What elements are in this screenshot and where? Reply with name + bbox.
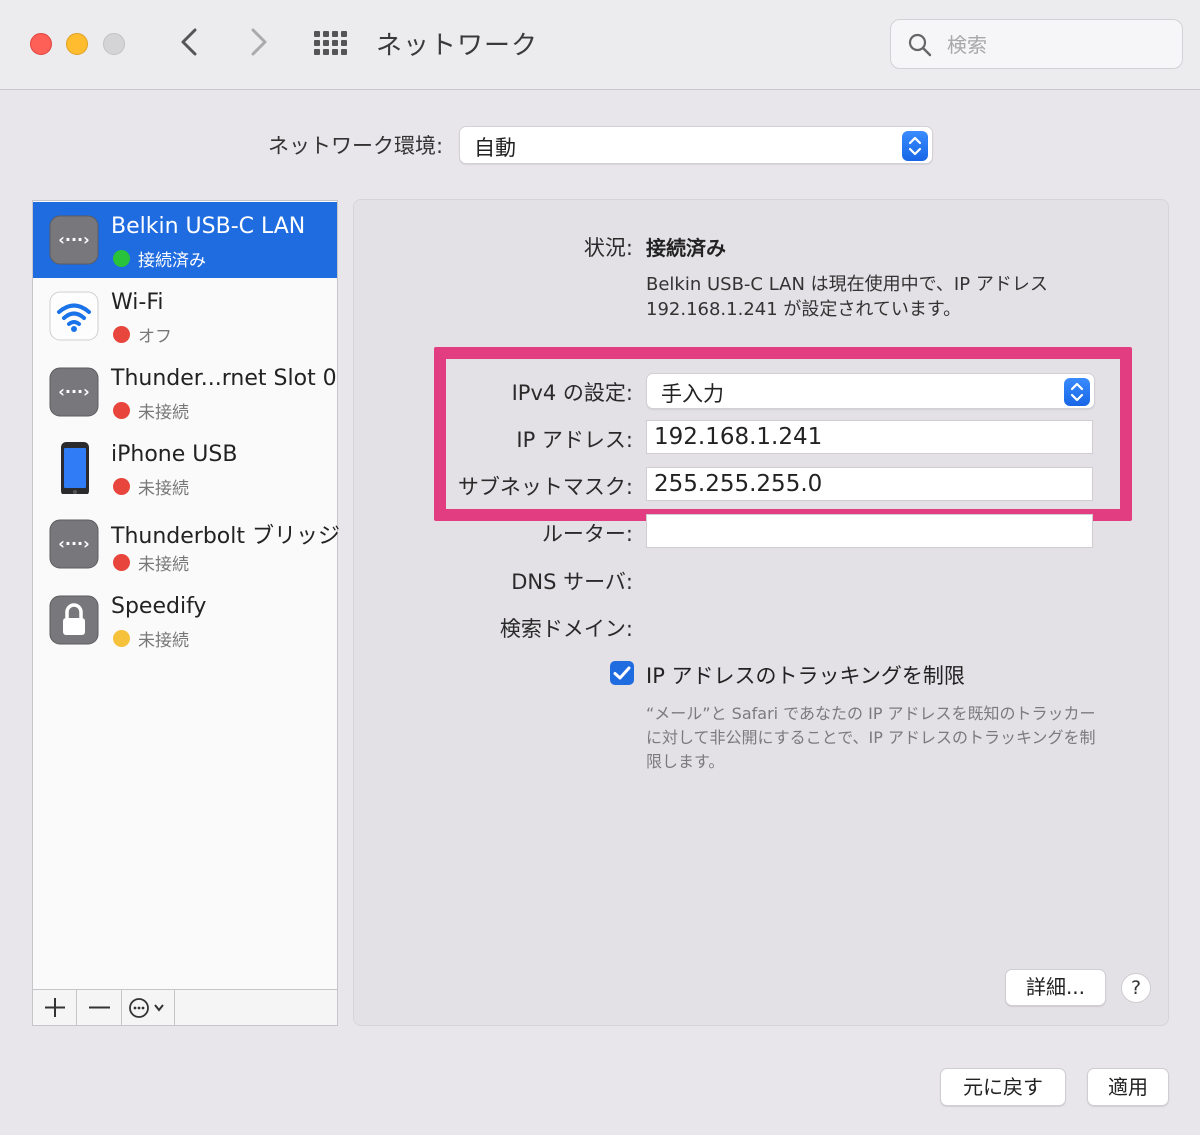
- dns-server-label: DNS サーバ:: [511, 570, 633, 594]
- forward-button[interactable]: [238, 22, 278, 62]
- popup-stepper-icon: [902, 131, 928, 161]
- limit-tracking-checkbox[interactable]: [610, 661, 634, 685]
- service-status: オフ: [138, 327, 172, 347]
- close-window-button[interactable]: [30, 33, 52, 55]
- highlight-box: [434, 347, 1132, 521]
- search-icon: [907, 32, 933, 62]
- service-status: 接続済み: [138, 251, 206, 271]
- service-status: 未接続: [138, 555, 189, 575]
- checkmark-icon: [613, 666, 631, 680]
- more-options-icon: [129, 998, 164, 1018]
- service-item-wifi[interactable]: Wi-Fi オフ: [33, 278, 337, 354]
- location-popup[interactable]: 自動: [459, 126, 933, 164]
- service-name: Thunder...rnet Slot 0: [111, 366, 337, 391]
- search-input[interactable]: [945, 29, 1165, 61]
- status-dot-icon: [113, 630, 130, 647]
- status-dot-icon: [113, 326, 130, 343]
- action-menu-button[interactable]: [122, 990, 175, 1025]
- chevron-left-icon: [181, 28, 197, 56]
- search-box[interactable]: [890, 19, 1183, 69]
- ethernet-icon: ‹···›: [49, 214, 99, 266]
- minus-icon: [89, 1006, 110, 1009]
- help-button[interactable]: ?: [1121, 973, 1151, 1003]
- service-item-thunderbolt-bridge[interactable]: ‹···› Thunderbolt ブリッジ 未接続: [33, 506, 340, 582]
- search-domain-label: 検索ドメイン:: [499, 617, 633, 641]
- service-name: Thunderbolt ブリッジ: [111, 524, 340, 549]
- revert-button[interactable]: 元に戻す: [940, 1068, 1066, 1106]
- zoom-window-button[interactable]: [103, 33, 125, 55]
- svg-text:‹···›: ‹···›: [58, 382, 89, 401]
- location-label: ネットワーク環境:: [268, 134, 444, 158]
- status-dot-icon: [113, 250, 130, 267]
- svg-text:‹···›: ‹···›: [58, 230, 89, 249]
- status-label: 状況:: [583, 236, 633, 260]
- service-status: 未接続: [138, 403, 189, 423]
- service-name: Speedify: [111, 594, 207, 619]
- detail-panel: 状況: 接続済み Belkin USB-C LAN は現在使用中で、IP アドレ…: [353, 199, 1169, 1026]
- limit-tracking-label[interactable]: IP アドレスのトラッキングを制限: [646, 660, 965, 690]
- router-field[interactable]: [646, 514, 1093, 548]
- status-dot-icon: [113, 402, 130, 419]
- service-item-belkin-usb-c-lan[interactable]: ‹···› Belkin USB-C LAN 接続済み: [33, 202, 337, 278]
- wifi-icon: [49, 290, 99, 342]
- service-status: 未接続: [138, 631, 189, 651]
- window-title: ネットワーク: [376, 31, 539, 61]
- service-list-toolbar: [33, 989, 337, 1025]
- svg-text:‹···›: ‹···›: [58, 534, 89, 553]
- plus-icon: [45, 998, 65, 1017]
- iphone-icon: [49, 442, 99, 496]
- service-name: Wi-Fi: [111, 290, 164, 315]
- router-label: ルーター:: [541, 522, 633, 546]
- status-description: Belkin USB-C LAN は現在使用中で、IP アドレス 192.168…: [646, 274, 1048, 320]
- add-service-button[interactable]: [33, 990, 77, 1025]
- location-value: 自動: [474, 136, 516, 160]
- status-dot-icon: [113, 478, 130, 495]
- advanced-button[interactable]: 詳細...: [1005, 969, 1106, 1006]
- chevron-right-icon: [251, 28, 267, 56]
- service-list: ‹···› Belkin USB-C LAN 接続済み Wi-Fi オフ ‹··…: [32, 200, 340, 1026]
- service-item-speedify[interactable]: Speedify 未接続: [33, 582, 337, 658]
- service-status: 未接続: [138, 479, 189, 499]
- status-dot-icon: [113, 554, 130, 571]
- ethernet-icon: ‹···›: [49, 366, 99, 418]
- service-item-thunderbolt-ethernet[interactable]: ‹···› Thunder...rnet Slot 0 未接続: [33, 354, 337, 430]
- show-all-grid-icon[interactable]: [313, 30, 349, 56]
- service-name: Belkin USB-C LAN: [111, 214, 306, 239]
- minimize-window-button[interactable]: [66, 33, 88, 55]
- service-item-iphone-usb[interactable]: iPhone USB 未接続: [33, 430, 337, 506]
- status-value: 接続済み: [646, 236, 726, 260]
- back-button[interactable]: [170, 22, 210, 62]
- limit-tracking-note: “メール”と Safari であなたの IP アドレスを既知のトラッカーに対して…: [646, 704, 1096, 771]
- lock-icon: [49, 594, 99, 646]
- service-name: iPhone USB: [111, 442, 238, 467]
- window-titlebar: ネットワーク: [0, 0, 1200, 90]
- remove-service-button[interactable]: [77, 990, 122, 1025]
- ethernet-icon: ‹···›: [49, 518, 99, 570]
- apply-button[interactable]: 適用: [1087, 1068, 1169, 1106]
